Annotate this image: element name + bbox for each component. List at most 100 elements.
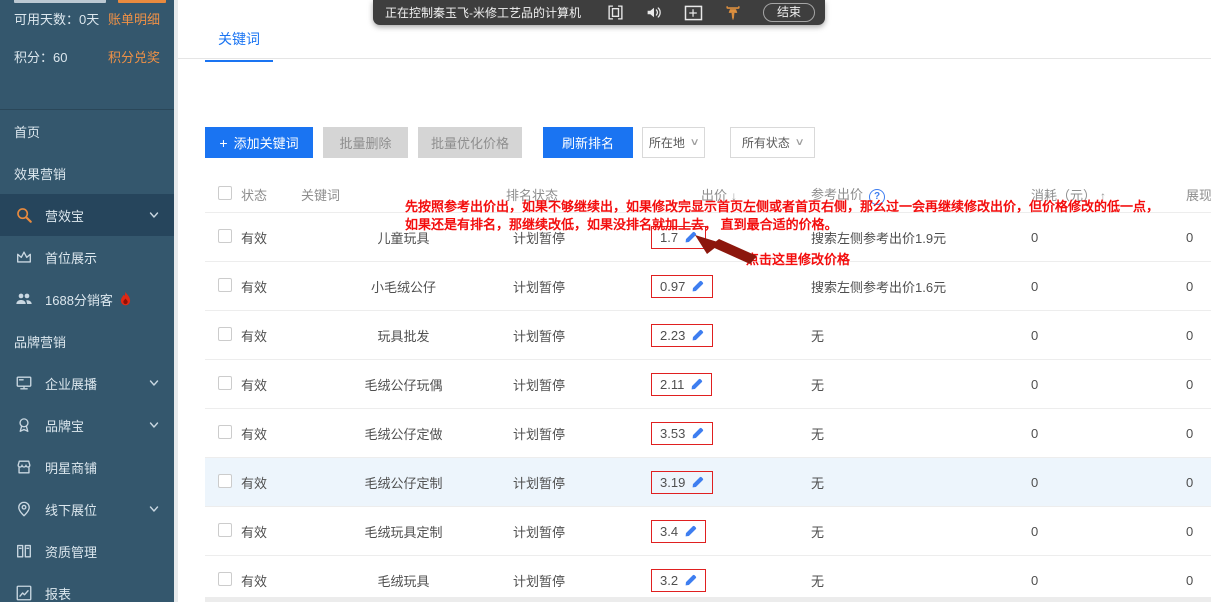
col-cost[interactable]: 消耗（元）↑	[1031, 185, 1186, 204]
fullscreen-icon[interactable]	[607, 4, 624, 21]
rank-status-cell: 计划暂停	[506, 277, 651, 296]
status-cell: 有效	[241, 473, 301, 492]
row-checkbox[interactable]	[218, 327, 232, 341]
row-checkbox[interactable]	[218, 278, 232, 292]
edit-bid-icon[interactable]	[684, 231, 697, 244]
bill-detail-link[interactable]: 账单明细	[108, 9, 160, 28]
row-checkbox[interactable]	[218, 523, 232, 537]
rank-status-cell: 计划暂停	[506, 326, 651, 345]
add-keyword-label: 添加关键词	[234, 136, 299, 151]
crown-icon	[15, 248, 33, 266]
search-icon	[15, 206, 33, 224]
select-all-checkbox[interactable]	[218, 186, 232, 200]
sidebar: 可用天数：0天 账单明细 积分：60 积分兑奖 首页效果营销营效宝首位展示 168…	[0, 0, 174, 602]
bid-amount: 3.53	[660, 426, 685, 441]
impressions-cell: 0	[1186, 230, 1211, 245]
sidebar-item-home[interactable]: 首页	[0, 110, 174, 152]
help-icon[interactable]: ?	[869, 189, 885, 205]
main-content: 关键词 + 添加关键词 批量删除 批量优化价格 刷新排名 所在地 ∨ 所有状态 ∨…	[174, 0, 1211, 602]
points-redeem-link[interactable]: 积分兑奖	[108, 47, 160, 66]
remote-status-text: 正在控制秦玉飞-米修工艺品的计算机	[385, 4, 581, 21]
sidebar-item-enterprise-broadcast[interactable]: 企业展播	[0, 362, 174, 404]
plus-icon: +	[219, 135, 227, 151]
reference-bid-cell: 无	[811, 571, 1031, 590]
edit-bid-icon[interactable]	[690, 378, 703, 391]
col-reference-bid: 参考出价?	[811, 184, 1031, 205]
col-status: 状态	[241, 185, 301, 204]
sidebar-item-label: 企业展播	[45, 374, 97, 393]
sort-desc-icon[interactable]: ↓	[731, 189, 737, 203]
bid-cell: 3.53	[651, 422, 811, 445]
clipped-account-row	[0, 0, 174, 5]
table-row: 有效毛绒公仔定制计划暂停3.19无00	[205, 457, 1211, 506]
capture-window-icon[interactable]	[684, 5, 703, 21]
chart-icon	[15, 584, 33, 602]
row-checkbox[interactable]	[218, 572, 232, 586]
add-keyword-button[interactable]: + 添加关键词	[205, 127, 313, 158]
reference-bid-cell: 无	[811, 473, 1031, 492]
bid-amount: 2.11	[660, 377, 684, 392]
edit-bid-icon[interactable]	[691, 476, 704, 489]
row-checkbox[interactable]	[218, 425, 232, 439]
sidebar-item-brand-marketing[interactable]: 品牌营销	[0, 320, 174, 362]
account-panel: 可用天数：0天 账单明细 积分：60 积分兑奖	[0, 0, 174, 110]
cost-cell: 0	[1031, 524, 1186, 539]
col-bid[interactable]: 出价↓	[651, 185, 811, 204]
remote-bar-icons: 结束	[607, 3, 815, 22]
sidebar-item-qualification[interactable]: 资质管理	[0, 530, 174, 572]
batch-delete-button[interactable]: 批量删除	[323, 127, 408, 158]
pin-tool-icon[interactable]	[724, 4, 742, 22]
bid-cell: 3.4	[651, 520, 811, 543]
col-impressions[interactable]: 展现↑	[1186, 185, 1211, 204]
table-row: 有效毛绒玩具计划暂停3.2无00	[205, 555, 1211, 602]
sidebar-item-label: 1688分销客	[45, 290, 113, 309]
sort-asc-icon[interactable]: ↑	[1100, 189, 1106, 203]
sidebar-item-distributor-1688[interactable]: 1688分销客	[0, 278, 174, 320]
row-checkbox[interactable]	[218, 474, 232, 488]
end-control-button[interactable]: 结束	[763, 3, 815, 22]
row-checkbox[interactable]	[218, 229, 232, 243]
col-keyword: 关键词	[301, 185, 506, 204]
batch-optimize-price-button[interactable]: 批量优化价格	[418, 127, 522, 158]
sidebar-item-label: 首位展示	[45, 248, 97, 267]
status-filter-dropdown[interactable]: 所有状态 ∨	[730, 127, 815, 158]
impressions-cell: 0	[1186, 573, 1211, 588]
keyword-cell: 毛绒玩具定制	[301, 522, 506, 541]
sidebar-item-star-shop[interactable]: 明星商铺	[0, 446, 174, 488]
bid-amount: 3.4	[660, 524, 678, 539]
speaker-icon[interactable]	[645, 4, 663, 21]
status-cell: 有效	[241, 424, 301, 443]
edit-bid-icon[interactable]	[691, 280, 704, 293]
checkbox-cell	[205, 376, 241, 393]
sidebar-item-effect-marketing[interactable]: 效果营销	[0, 152, 174, 194]
row-checkbox[interactable]	[218, 376, 232, 390]
keyword-cell: 玩具批发	[301, 326, 506, 345]
edit-bid-icon[interactable]	[684, 574, 697, 587]
bid-amount: 2.23	[660, 328, 685, 343]
bid-value: 3.53	[651, 422, 713, 445]
edit-bid-icon[interactable]	[691, 329, 704, 342]
checkbox-cell	[205, 523, 241, 540]
sidebar-item-report[interactable]: 报表	[0, 572, 174, 602]
sidebar-item-top-display[interactable]: 首位展示	[0, 236, 174, 278]
rank-status-cell: 计划暂停	[506, 473, 651, 492]
account-days-row: 可用天数：0天 账单明细	[0, 5, 174, 31]
bid-amount: 0.97	[660, 279, 685, 294]
sidebar-item-brand-bao[interactable]: 品牌宝	[0, 404, 174, 446]
keyword-cell: 毛绒玩具	[301, 571, 506, 590]
keyword-table: 状态 关键词 排名状态 出价↓ 参考出价? 消耗（元）↑ 展现↑ 有效儿童玩具计…	[205, 176, 1211, 602]
people-icon	[15, 290, 33, 308]
edit-bid-icon[interactable]	[684, 525, 697, 538]
location-icon	[15, 500, 33, 518]
chevron-down-icon	[148, 377, 160, 389]
checkbox-cell	[205, 425, 241, 442]
sidebar-item-yingxiaobao[interactable]: 营效宝	[0, 194, 174, 236]
refresh-rank-button[interactable]: 刷新排名	[543, 127, 633, 158]
monitor-icon	[15, 374, 33, 392]
sidebar-item-offline-booth[interactable]: 线下展位	[0, 488, 174, 530]
edit-bid-icon[interactable]	[691, 427, 704, 440]
table-row: 有效小毛绒公仔计划暂停0.97搜索左侧参考出价1.6元00	[205, 261, 1211, 310]
tab-keywords[interactable]: 关键词	[218, 29, 260, 49]
location-filter-dropdown[interactable]: 所在地 ∨	[642, 127, 705, 158]
sidebar-item-label: 营效宝	[45, 206, 84, 225]
